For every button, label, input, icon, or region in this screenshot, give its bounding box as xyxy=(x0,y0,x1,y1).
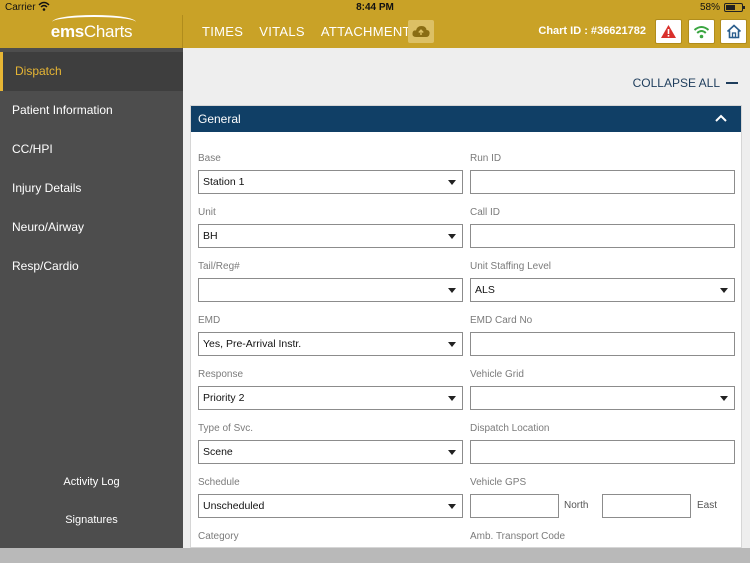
sidebar-item-neuro-airway[interactable]: Neuro/Airway xyxy=(0,208,183,247)
response-select[interactable]: Priority 2 xyxy=(198,386,463,410)
run-id-input[interactable] xyxy=(470,170,735,194)
sidebar-item-resp-cardio[interactable]: Resp/Cardio xyxy=(0,247,183,286)
chevron-down-icon xyxy=(448,234,456,239)
base-select[interactable]: Station 1 xyxy=(198,170,463,194)
cloud-upload-icon xyxy=(412,26,430,37)
gps-north-input[interactable] xyxy=(470,494,559,518)
chevron-down-icon xyxy=(720,396,728,401)
tail-reg-select[interactable] xyxy=(198,278,463,302)
logo: emsCharts xyxy=(0,15,183,48)
call-id-label: Call ID xyxy=(470,207,501,218)
wifi-icon xyxy=(693,25,710,38)
battery-percent: 58% xyxy=(699,2,720,13)
signatures-link[interactable]: Signatures xyxy=(0,514,183,526)
chevron-down-icon xyxy=(448,342,456,347)
home-button[interactable] xyxy=(720,19,747,44)
logo-text-b: Charts xyxy=(83,22,133,41)
chart-id: Chart ID : #36621782 xyxy=(538,25,646,37)
vehicle-grid-label: Vehicle Grid xyxy=(470,369,524,380)
chevron-down-icon xyxy=(448,450,456,455)
base-label: Base xyxy=(198,153,221,164)
warning-icon xyxy=(661,25,676,38)
chevron-down-icon xyxy=(720,288,728,293)
sidebar-item-injury-details[interactable]: Injury Details xyxy=(0,169,183,208)
cloud-upload-button[interactable] xyxy=(408,20,434,43)
bottom-bar xyxy=(0,548,750,563)
schedule-label: Schedule xyxy=(198,477,240,488)
panel-title: General xyxy=(198,112,241,126)
dispatch-location-label: Dispatch Location xyxy=(470,423,550,434)
chevron-down-icon xyxy=(448,396,456,401)
chevron-up-icon xyxy=(715,114,727,122)
gps-east-input[interactable] xyxy=(602,494,691,518)
sidebar-item-patient-information[interactable]: Patient Information xyxy=(0,91,183,130)
emd-card-label: EMD Card No xyxy=(470,315,533,326)
status-bar: Carrier 8:44 PM 58% xyxy=(0,0,750,15)
tab-vitals[interactable]: VITALS xyxy=(259,24,305,39)
dispatch-location-input[interactable] xyxy=(470,440,735,464)
main-content: COLLAPSE ALL General Base Station 1 Run … xyxy=(183,48,750,548)
emd-card-input[interactable] xyxy=(470,332,735,356)
staffing-level-select[interactable]: ALS xyxy=(470,278,735,302)
minus-icon xyxy=(726,82,738,84)
chevron-down-icon xyxy=(448,180,456,185)
amb-transport-code-label: Amb. Transport Code xyxy=(470,531,566,542)
alert-button[interactable] xyxy=(655,19,682,44)
type-of-svc-select[interactable]: Scene xyxy=(198,440,463,464)
general-panel: General Base Station 1 Run ID Unit BH Ca… xyxy=(190,105,742,548)
collapse-all-button[interactable]: COLLAPSE ALL xyxy=(633,76,738,90)
collapse-all-label: COLLAPSE ALL xyxy=(632,76,720,90)
home-icon xyxy=(726,24,741,39)
general-panel-header[interactable]: General xyxy=(191,106,741,132)
gps-north-label: North xyxy=(564,500,589,511)
unit-label: Unit xyxy=(198,207,216,218)
category-label: Category xyxy=(198,531,239,542)
unit-select[interactable]: BH xyxy=(198,224,463,248)
chevron-down-icon xyxy=(448,288,456,293)
tab-attachments[interactable]: ATTACHMENTS xyxy=(321,24,420,39)
call-id-input[interactable] xyxy=(470,224,735,248)
gps-east-label: East xyxy=(697,500,718,511)
sidebar: Dispatch Patient Information CC/HPI Inju… xyxy=(0,48,183,548)
run-id-label: Run ID xyxy=(470,153,502,164)
top-nav: emsCharts TIMES VITALS ATTACHMENTS Chart… xyxy=(0,15,750,48)
type-of-svc-label: Type of Svc. xyxy=(198,423,254,434)
vehicle-grid-select[interactable] xyxy=(470,386,735,410)
sidebar-item-cc-hpi[interactable]: CC/HPI xyxy=(0,130,183,169)
activity-log-link[interactable]: Activity Log xyxy=(0,476,183,488)
sidebar-item-dispatch[interactable]: Dispatch xyxy=(0,52,183,91)
battery-icon xyxy=(724,3,745,12)
clock: 8:44 PM xyxy=(356,2,394,13)
emd-label: EMD xyxy=(198,315,221,326)
response-label: Response xyxy=(198,369,244,380)
staffing-level-label: Unit Staffing Level xyxy=(470,261,551,272)
chevron-down-icon xyxy=(448,504,456,509)
tail-reg-label: Tail/Reg# xyxy=(198,261,240,272)
wifi-status-button[interactable] xyxy=(688,19,715,44)
schedule-select[interactable]: Unscheduled xyxy=(198,494,463,518)
logo-text-a: ems xyxy=(50,22,84,41)
vehicle-gps-label: Vehicle GPS xyxy=(470,477,527,488)
tab-times[interactable]: TIMES xyxy=(202,24,243,39)
emd-select[interactable]: Yes, Pre-Arrival Instr. xyxy=(198,332,463,356)
